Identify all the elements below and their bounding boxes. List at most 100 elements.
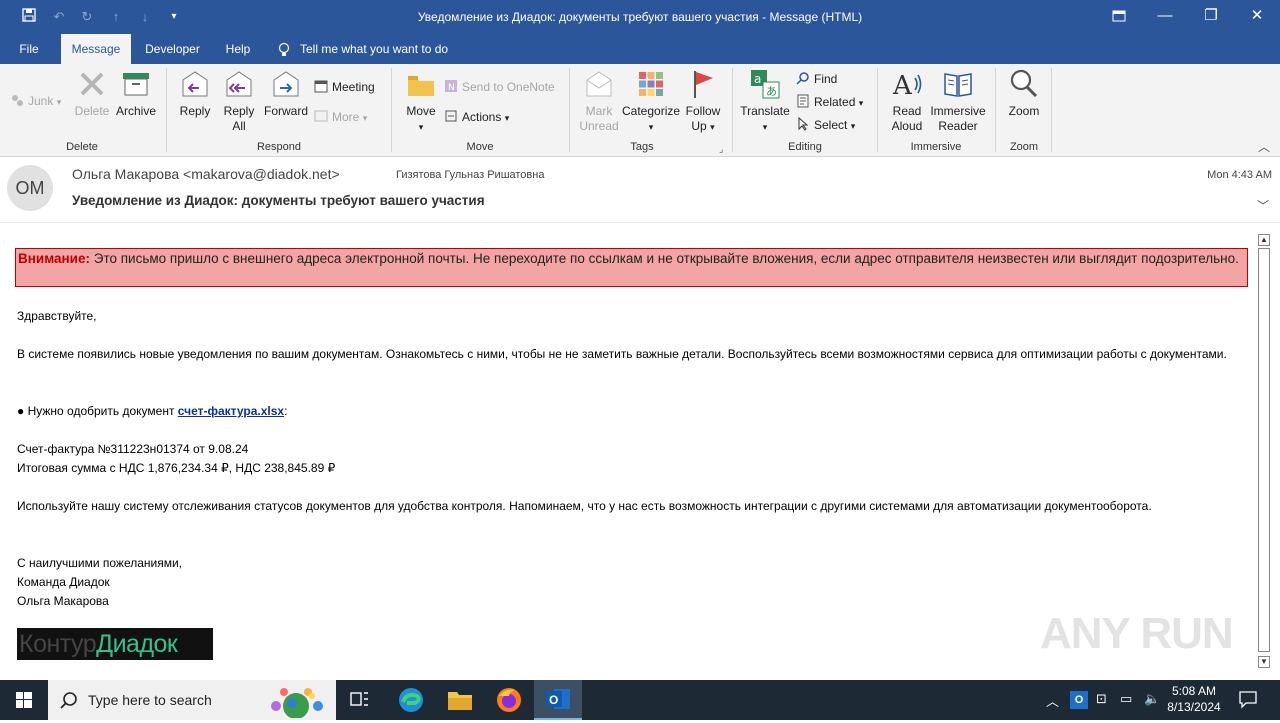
collapse-ribbon-icon[interactable]: ︿	[1258, 138, 1270, 156]
signature-team: Команда Диадок	[17, 575, 110, 589]
tray-chevron-icon[interactable]: ︿	[1046, 691, 1059, 710]
close-icon[interactable]: ✕	[1234, 0, 1280, 32]
follow-up-button[interactable]: Follow Up ▾	[682, 68, 724, 135]
zoom-button[interactable]: Zoom	[1003, 68, 1045, 119]
svg-text:あ: あ	[766, 85, 777, 98]
ribbon-separator	[877, 68, 878, 152]
mark-unread-label-2: Unread	[579, 119, 619, 133]
immersive-reader-button[interactable]: Immersive Reader	[929, 68, 987, 134]
tags-dialog-launcher[interactable]: ⌟	[719, 140, 723, 158]
group-label-move: Move	[466, 141, 494, 153]
down-icon[interactable]: ↓	[136, 8, 154, 26]
junk-icon	[10, 93, 24, 107]
received-time: Mon 4:43 AM	[1207, 169, 1272, 181]
select-icon	[796, 116, 810, 131]
undo-icon[interactable]: ↶	[50, 8, 68, 26]
external-warning: Внимание: Это письмо пришло с внешнего а…	[15, 248, 1248, 287]
meeting-button[interactable]: Meeting	[314, 78, 375, 96]
meeting-label: Meeting	[332, 80, 375, 94]
tray-outlook-icon[interactable]: O	[1070, 691, 1088, 709]
mark-unread-button[interactable]: Mark Unread	[577, 68, 621, 134]
delete-button[interactable]: Delete	[72, 68, 112, 119]
task-view-icon[interactable]	[348, 690, 372, 710]
restore-icon[interactable]	[1096, 0, 1142, 32]
tab-file[interactable]: File	[10, 34, 48, 64]
customize-icon[interactable]: ▾	[165, 8, 183, 26]
onenote-icon: N	[444, 79, 458, 93]
recipient[interactable]: Гизятова Гульназ Ришатовна	[396, 169, 544, 181]
search-icon	[60, 691, 78, 712]
maximize-icon[interactable]: ❐	[1188, 0, 1234, 32]
lightbulb-icon[interactable]	[276, 34, 292, 64]
delete-label: Delete	[74, 104, 110, 118]
subject: Уведомление из Диадок: документы требуют…	[72, 193, 485, 208]
search-placeholder: Type here to search	[88, 692, 212, 708]
flag-icon	[687, 68, 719, 100]
firefox-icon[interactable]	[495, 686, 523, 714]
outlook-taskbar-button[interactable]: O	[534, 680, 582, 720]
scroll-thumb[interactable]	[1258, 248, 1270, 652]
actions-button[interactable]: Actions ▾	[444, 108, 509, 126]
svg-text:a: a	[754, 72, 761, 86]
find-button[interactable]: Find	[796, 70, 837, 88]
related-button[interactable]: Related ▾	[796, 93, 863, 111]
ribbon-separator	[995, 68, 996, 152]
up-icon[interactable]: ↑	[107, 8, 125, 26]
logo-kontur: Контур	[19, 630, 97, 658]
follow-up-label-2: Up	[691, 119, 707, 133]
svg-text:A: A	[892, 71, 913, 100]
ribbon-separator	[391, 68, 392, 152]
junk-button[interactable]: Junk ▾	[10, 92, 61, 110]
minimize-icon[interactable]: —	[1142, 0, 1188, 32]
tab-developer[interactable]: Developer	[140, 34, 205, 64]
actions-icon	[444, 109, 458, 123]
translate-button[interactable]: aあ Translate ▾	[739, 68, 791, 135]
meeting-icon	[314, 79, 328, 93]
move-label: Move	[406, 104, 436, 118]
taskbar: Type here to search O ︿ O ⊡ ▭ 🔈 5:08 AM …	[0, 680, 1280, 720]
tray-volume-icon[interactable]: 🔈	[1144, 691, 1160, 707]
search-highlight-image	[262, 684, 332, 721]
more-button[interactable]: More ▾	[314, 108, 367, 126]
tab-message[interactable]: Message	[61, 34, 131, 64]
immersive-reader-icon	[942, 68, 974, 100]
explorer-icon[interactable]	[446, 687, 474, 713]
sender[interactable]: Ольга Макарова <makarova@diadok.net>	[72, 166, 340, 182]
taskbar-clock[interactable]: 5:08 AM 8/13/2024	[1164, 683, 1224, 715]
move-button[interactable]: Move ▾	[402, 68, 440, 135]
ribbon: Junk ▾ Delete Archive Delete Reply Reply…	[0, 64, 1280, 157]
immersive-reader-label-2: Reader	[938, 119, 978, 133]
read-aloud-button[interactable]: A Read Aloud	[886, 68, 928, 134]
forward-button[interactable]: Forward	[263, 68, 309, 119]
invoice-link[interactable]: счет-фактура.xlsx	[178, 404, 284, 418]
reply-button[interactable]: Reply	[175, 68, 215, 119]
group-label-respond: Respond	[256, 141, 302, 153]
edge-icon[interactable]	[397, 686, 425, 714]
outlook-icon: O	[546, 689, 570, 709]
save-icon[interactable]	[20, 8, 38, 26]
scroll-down-button[interactable]: ▼	[1258, 656, 1270, 668]
windows-icon[interactable]	[0, 680, 48, 720]
clock-date: 8/13/2024	[1167, 700, 1221, 714]
tab-help[interactable]: Help	[218, 34, 258, 64]
tray-display-icon[interactable]: ▭	[1120, 691, 1132, 707]
chevron-down-icon[interactable]: ﹀	[1257, 197, 1269, 214]
mark-unread-label-1: Mark	[585, 104, 613, 118]
archive-button[interactable]: Archive	[114, 68, 158, 119]
send-to-onenote-button[interactable]: N Send to OneNote	[444, 78, 555, 96]
taskbar-search[interactable]: Type here to search	[48, 680, 336, 720]
tray-network-icon[interactable]: ⊡	[1096, 691, 1107, 707]
categorize-button[interactable]: Categorize ▾	[622, 68, 680, 135]
more-label: More	[332, 110, 360, 124]
kontur-diadok-logo[interactable]: КонтурДиадок	[17, 628, 213, 660]
scroll-up-button[interactable]: ▲	[1258, 234, 1270, 246]
reply-all-button[interactable]: Reply All	[219, 68, 259, 134]
notification-icon[interactable]	[1238, 689, 1258, 709]
vertical-scrollbar[interactable]: ▲ ▼	[1256, 232, 1274, 672]
bullet-suffix: :	[284, 404, 288, 418]
select-button[interactable]: Select ▾	[796, 116, 855, 134]
delete-icon	[76, 68, 108, 100]
immersive-reader-label-1: Immersive	[930, 104, 986, 118]
tell-me-input[interactable]: Tell me what you want to do	[300, 34, 465, 64]
redo-icon[interactable]: ↻	[78, 8, 96, 26]
